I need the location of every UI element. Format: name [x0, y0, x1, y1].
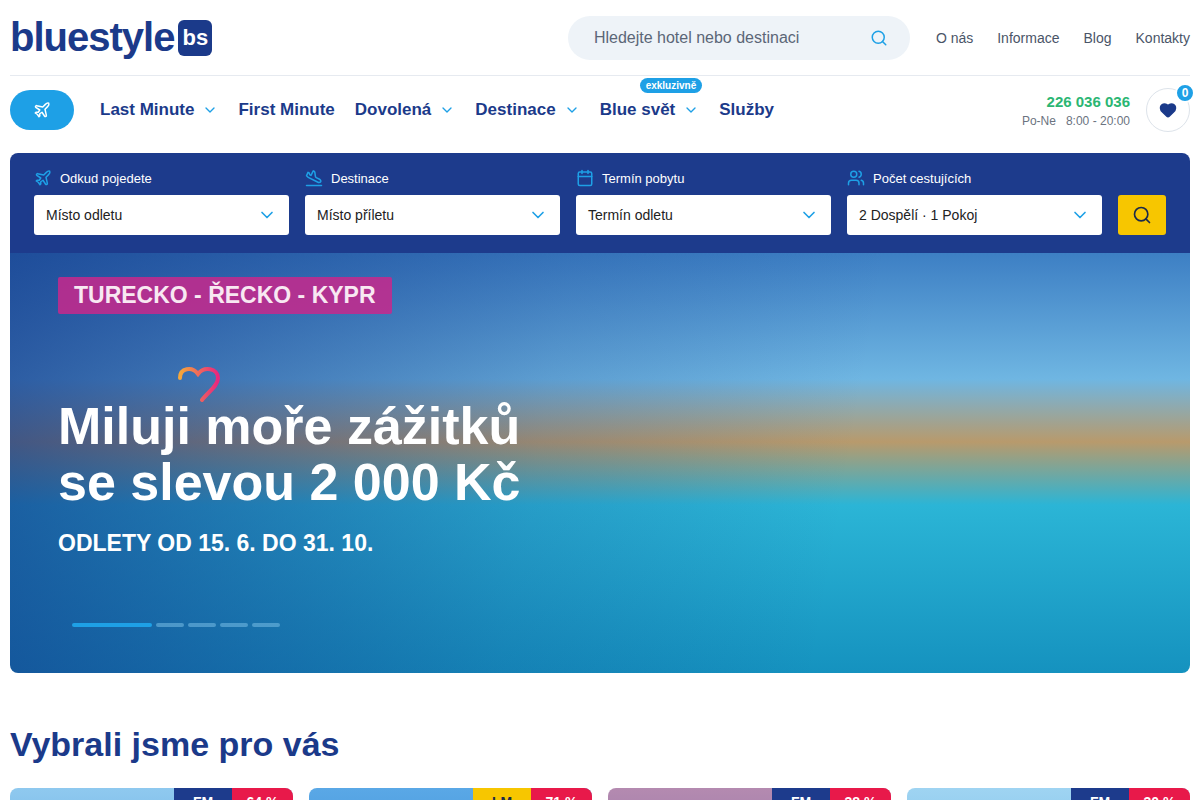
field-label: Termín pobytu: [576, 169, 831, 187]
discount-badge: 38 %: [830, 788, 891, 800]
hero-headline: Miluji moře zážitkůse slevou 2 000 Kč: [58, 398, 521, 510]
card-badges: FM38 %: [772, 788, 891, 800]
card-badges: FM64 %: [174, 788, 293, 800]
contact: 226 036 036 Po-Ne8:00 - 20:00: [1022, 93, 1130, 128]
favorites-button[interactable]: 0: [1146, 88, 1190, 132]
nav-badge: exkluzivně: [640, 78, 703, 93]
carousel-dot[interactable]: [188, 623, 216, 627]
logo[interactable]: bluestylebs: [10, 15, 568, 60]
chevron-down-icon[interactable]: [202, 102, 218, 118]
users-icon: [847, 169, 865, 187]
field-select[interactable]: 2 Dospělí · 1 Pokoj: [847, 195, 1102, 235]
discount-badge: 30 %: [1129, 788, 1190, 800]
field-label: Počet cestujících: [847, 169, 1102, 187]
discount-badge: 71 %: [531, 788, 592, 800]
field-label: Destinace: [305, 169, 560, 187]
search-field: Odkud pojedete Místo odletu: [34, 169, 289, 235]
plane-takeoff-icon: [34, 169, 52, 187]
hero-subtitle: ODLETY OD 15. 6. DO 31. 10.: [58, 530, 373, 557]
section-title: Vybrali jsme pro vás: [10, 725, 1190, 764]
hero-banner[interactable]: TURECKO - ŘECKO - KYPR Miluji moře zážitk…: [10, 253, 1190, 673]
nav-item[interactable]: Destinace: [475, 100, 579, 120]
chevron-down-icon[interactable]: [1070, 205, 1090, 225]
site-search[interactable]: Hledejte hotel nebo destinaci: [568, 16, 910, 60]
heart-icon[interactable]: [1159, 101, 1177, 119]
top-link[interactable]: Blog: [1083, 30, 1111, 46]
offer-type-badge: LM: [473, 788, 531, 800]
nav-bar: Last Minute First Minute Dovolená Destinace…: [10, 76, 1190, 144]
search-panel: Odkud pojedete Místo odletu Destinace Místo…: [10, 153, 1190, 253]
offer-card[interactable]: FM38 %: [608, 788, 891, 800]
logo-badge[interactable]: bs: [178, 20, 212, 56]
card-badges: LM71 %: [473, 788, 592, 800]
nav-item[interactable]: First Minute: [238, 100, 334, 120]
nav-items: Last Minute First Minute Dovolená Destinace…: [100, 100, 1022, 120]
chevron-down-icon[interactable]: [528, 205, 548, 225]
favorites-count: 0: [1175, 83, 1195, 103]
page: bluestylebs Hledejte hotel nebo destinaci…: [0, 0, 1200, 800]
offer-type-badge: FM: [772, 788, 830, 800]
field-select[interactable]: Termín odletu: [576, 195, 831, 235]
search-icon[interactable]: [1132, 205, 1152, 225]
offer-type-badge: FM: [1071, 788, 1129, 800]
carousel-dots: [58, 623, 280, 627]
search-placeholder[interactable]: Hledejte hotel nebo destinaci: [594, 29, 799, 47]
phone-number[interactable]: 226 036 036: [1047, 93, 1130, 110]
search-field: Počet cestujících 2 Dospělí · 1 Pokoj: [847, 169, 1102, 235]
nav-item[interactable]: Dovolená: [355, 100, 456, 120]
offer-card[interactable]: FM30 %: [907, 788, 1190, 800]
calendar-icon: [576, 169, 594, 187]
top-link[interactable]: Informace: [997, 30, 1059, 46]
chevron-down-icon[interactable]: [257, 205, 277, 225]
top-link[interactable]: O nás: [936, 30, 973, 46]
offer-card[interactable]: FM64 %: [10, 788, 293, 800]
headline-line: Miluji moře zážitků: [58, 398, 521, 454]
field-label: Odkud pojedete: [34, 169, 289, 187]
chevron-down-icon[interactable]: [439, 102, 455, 118]
search-field: Termín pobytu Termín odletu: [576, 169, 831, 235]
hero-tag: TURECKO - ŘECKO - KYPR: [58, 277, 392, 314]
nav-item[interactable]: Last Minute: [100, 100, 218, 120]
top-links: O nás Informace Blog Kontakty: [936, 30, 1190, 46]
card-badges: FM30 %: [1071, 788, 1190, 800]
chevron-down-icon[interactable]: [564, 102, 580, 118]
logo-text[interactable]: bluestyle: [10, 15, 174, 60]
carousel-dot[interactable]: [72, 623, 152, 627]
offer-cards: FM64 %LM71 %FM38 %FM30 %: [10, 788, 1190, 800]
opening-hours: Po-Ne8:00 - 20:00: [1022, 114, 1130, 128]
heart-icon: [176, 364, 224, 402]
headline-line: se slevou 2 000 Kč: [58, 454, 521, 510]
search-button[interactable]: [1118, 195, 1166, 235]
nav-item[interactable]: Služby: [719, 100, 774, 120]
nav-item[interactable]: exkluzivněBlue svět: [600, 100, 700, 120]
plane-landing-icon: [305, 169, 323, 187]
offer-type-badge: FM: [174, 788, 232, 800]
search-field: Destinace Místo příletu: [305, 169, 560, 235]
top-link[interactable]: Kontakty: [1136, 30, 1190, 46]
chevron-down-icon[interactable]: [683, 102, 699, 118]
carousel-dot[interactable]: [156, 623, 184, 627]
search-icon[interactable]: [870, 29, 888, 47]
top-bar: bluestylebs Hledejte hotel nebo destinaci…: [10, 0, 1190, 76]
field-select[interactable]: Místo příletu: [305, 195, 560, 235]
chevron-down-icon[interactable]: [799, 205, 819, 225]
field-select[interactable]: Místo odletu: [34, 195, 289, 235]
discount-badge: 64 %: [232, 788, 293, 800]
carousel-dot[interactable]: [220, 623, 248, 627]
flights-button[interactable]: [10, 90, 74, 130]
offer-card[interactable]: LM71 %: [309, 788, 592, 800]
plane-icon[interactable]: [33, 101, 51, 119]
carousel-dot[interactable]: [252, 623, 280, 627]
